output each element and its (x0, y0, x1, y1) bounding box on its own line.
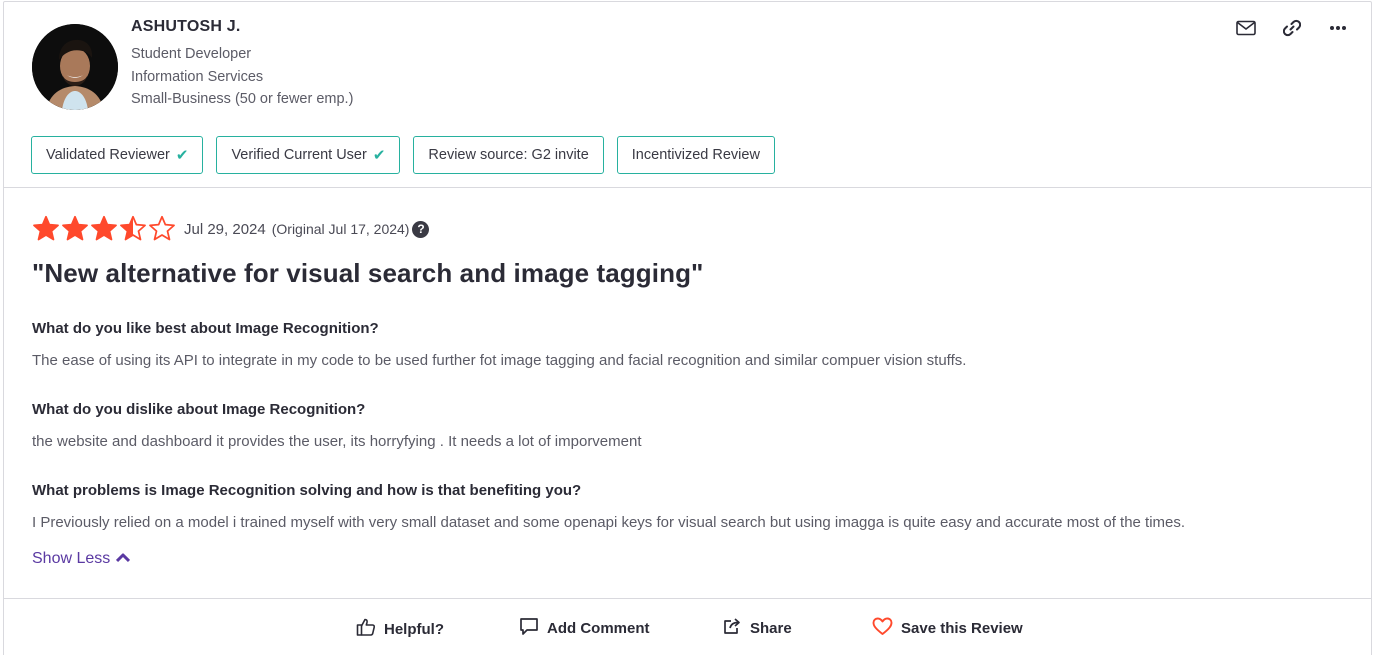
reviewer-header: ASHUTOSH J. Student Developer Informatio… (4, 2, 1371, 188)
reviewer-role: Student Developer (131, 46, 252, 62)
original-date: (Original Jul 17, 2024) (271, 221, 410, 237)
save-review-label: Save this Review (901, 620, 1023, 637)
reviewer-name[interactable]: ASHUTOSH J. (131, 18, 240, 36)
help-icon[interactable]: ? (412, 220, 430, 238)
show-less-link[interactable]: Show Less (32, 550, 131, 568)
comment-icon (519, 617, 539, 640)
more-icon[interactable] (1325, 17, 1351, 39)
heart-icon (872, 617, 893, 640)
add-comment-label: Add Comment (547, 620, 650, 637)
avatar (32, 24, 118, 110)
review-card: ASHUTOSH J. Student Developer Informatio… (3, 1, 1372, 655)
badge-review-source[interactable]: Review source: G2 invite (413, 136, 604, 174)
star-icon (33, 215, 59, 241)
link-icon[interactable] (1279, 17, 1305, 39)
badge-row: Validated Reviewer ✔ Verified Current Us… (31, 136, 775, 174)
share-label: Share (750, 619, 792, 637)
chevron-up-icon (116, 550, 131, 568)
save-review-button[interactable]: Save this Review (872, 617, 1023, 640)
question-dislike: What do you dislike about Image Recognit… (32, 401, 366, 418)
add-comment-button[interactable]: Add Comment (519, 617, 650, 640)
answer-problems-solved: I Previously relied on a model i trained… (32, 514, 1186, 531)
badge-label: Verified Current User (231, 147, 367, 163)
badge-verified-current-user[interactable]: Verified Current User ✔ (216, 136, 401, 174)
helpful-label: Helpful? (384, 620, 444, 638)
review-date: Jul 29, 2024 (184, 220, 266, 238)
thumbs-up-icon (356, 617, 376, 641)
mail-icon[interactable] (1233, 17, 1259, 39)
answer-like-best: The ease of using its API to integrate i… (32, 352, 967, 369)
question-problems-solved: What problems is Image Recognition solvi… (32, 482, 582, 499)
show-less-label: Show Less (32, 550, 111, 567)
review-actions: Helpful? Add Comment Share Save this Rev… (4, 598, 1371, 655)
helpful-button[interactable]: Helpful? (356, 617, 444, 641)
reviewer-company-size: Small-Business (50 or fewer emp.) (131, 91, 354, 107)
question-like-best: What do you like best about Image Recogn… (32, 320, 379, 337)
badge-label: Incentivized Review (631, 147, 760, 163)
badge-validated-reviewer[interactable]: Validated Reviewer ✔ (31, 136, 204, 174)
star-icon (62, 215, 88, 241)
answer-dislike: the website and dashboard it provides th… (32, 433, 642, 450)
reviewer-industry: Information Services (131, 69, 264, 85)
share-icon (723, 617, 742, 639)
badge-label: Review source: G2 invite (428, 147, 589, 163)
star-icon (91, 215, 117, 241)
header-actions (1233, 17, 1351, 39)
star-rating (32, 215, 176, 243)
check-icon: ✔ (175, 147, 189, 164)
badge-incentivized-review[interactable]: Incentivized Review (616, 136, 775, 174)
share-button[interactable]: Share (723, 617, 792, 639)
badge-label: Validated Reviewer (46, 147, 170, 163)
check-icon: ✔ (372, 147, 386, 164)
rating-row: Jul 29, 2024 (Original Jul 17, 2024) ? (32, 215, 430, 243)
review-title: "New alternative for visual search and i… (32, 258, 704, 288)
star-icon (149, 215, 175, 241)
star-icon (120, 215, 146, 241)
